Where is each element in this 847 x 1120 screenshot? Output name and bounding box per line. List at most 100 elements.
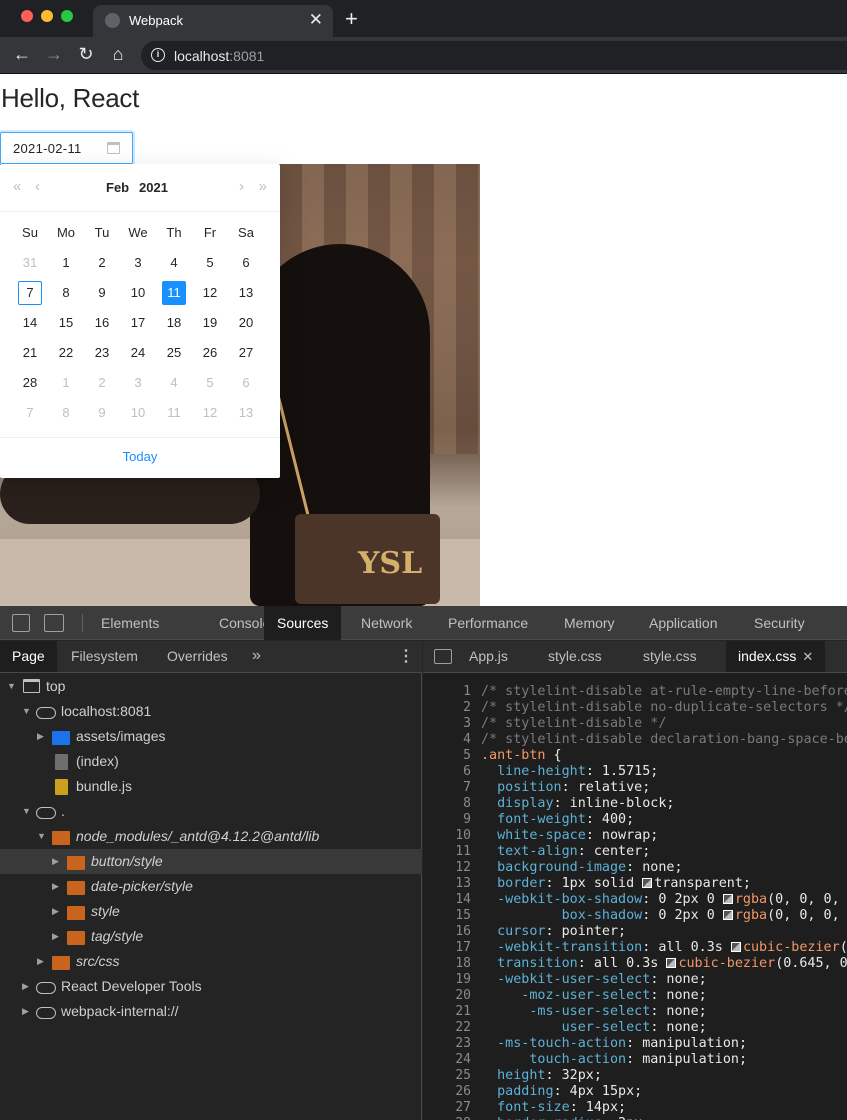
calendar-day[interactable]: 17 [120,308,156,338]
calendar-day-selected[interactable]: 11 [156,278,192,308]
code-text[interactable]: /* stylelint-disable at-rule-empty-line-… [481,684,847,700]
next-year-icon[interactable]: » [259,178,267,195]
code-text[interactable]: line-height: 1.5715; [481,764,658,780]
calendar-day[interactable]: 6 [228,248,264,278]
code-line[interactable]: 16 cursor: pointer; [423,924,847,940]
calendar-day[interactable]: 22 [48,338,84,368]
line-number[interactable]: 23 [423,1036,471,1052]
toggle-navigator-icon[interactable] [434,649,452,664]
more-tabs-icon[interactable]: » [252,647,261,665]
prev-year-icon[interactable]: « [13,178,21,195]
code-line[interactable]: 22 user-select: none; [423,1020,847,1036]
calendar-day[interactable]: 5 [192,368,228,398]
line-number[interactable]: 21 [423,1004,471,1020]
tree-item-assets-images[interactable]: ▶ assets/images [0,724,422,749]
code-text[interactable]: cursor: pointer; [481,924,626,940]
prev-month-icon[interactable]: ‹ [35,178,40,195]
code-text[interactable]: -webkit-box-shadow: 0 2px 0 rgba(0, 0, 0… [481,892,847,908]
calendar-day[interactable]: 14 [12,308,48,338]
code-line[interactable]: 3 /* stylelint-disable */ [423,716,847,732]
calendar-day[interactable]: 2 [84,248,120,278]
code-text[interactable]: -moz-user-select: none; [481,988,706,1004]
calendar-day[interactable]: 18 [156,308,192,338]
editor-tab-style-css[interactable]: style.css [536,641,614,672]
inspect-element-icon[interactable] [12,614,30,632]
code-text[interactable]: font-size: 14px; [481,1100,626,1116]
calendar-day[interactable]: 3 [120,248,156,278]
line-number[interactable]: 8 [423,796,471,812]
color-swatch-icon[interactable] [730,942,741,952]
code-line[interactable]: 15 box-shadow: 0 2px 0 rgba(0, 0, 0, 0.0… [423,908,847,924]
calendar-day[interactable]: 21 [12,338,48,368]
calendar-day[interactable]: 5 [192,248,228,278]
line-number[interactable]: 4 [423,732,471,748]
next-month-icon[interactable]: › [239,178,244,195]
line-number[interactable]: 24 [423,1052,471,1068]
code-text[interactable]: border: 1px solid transparent; [481,876,751,892]
tab-security[interactable]: Security [741,606,818,640]
line-number[interactable]: 17 [423,940,471,956]
home-icon[interactable]: ⌂ [107,44,129,65]
calendar-day[interactable]: 31 [12,248,48,278]
code-text[interactable]: /* stylelint-disable declaration-bang-sp… [481,732,847,748]
tab-application[interactable]: Application [636,606,731,640]
calendar-day[interactable]: 13 [228,398,264,428]
calendar-day[interactable]: 23 [84,338,120,368]
code-line[interactable]: 1 /* stylelint-disable at-rule-empty-line… [423,684,847,700]
new-tab-button[interactable]: + [345,6,358,32]
line-number[interactable]: 7 [423,780,471,796]
calendar-day[interactable]: 4 [156,368,192,398]
info-icon[interactable]: i [151,48,165,62]
code-line[interactable]: 23 -ms-touch-action: manipulation; [423,1036,847,1052]
tab-sources[interactable]: Sources [264,606,342,640]
browser-tab[interactable]: Webpack ✕ [93,5,333,37]
line-number[interactable]: 6 [423,764,471,780]
calendar-day[interactable]: 19 [192,308,228,338]
maximize-window-button[interactable] [61,10,73,22]
collapsed-triangle-icon[interactable]: ▶ [52,874,59,899]
code-lines[interactable]: 1 /* stylelint-disable at-rule-empty-line… [423,684,847,1120]
calendar-day[interactable]: 20 [228,308,264,338]
calendar-day[interactable]: 8 [48,278,84,308]
tab-network[interactable]: Network [348,606,425,640]
calendar-day[interactable]: 2 [84,368,120,398]
code-text[interactable]: background-image: none; [481,860,682,876]
calendar-icon[interactable] [107,142,120,154]
tab-memory[interactable]: Memory [551,606,628,640]
code-line[interactable]: 8 display: inline-block; [423,796,847,812]
code-text[interactable]: border-radius: 2px; [481,1116,650,1120]
code-text[interactable]: font-weight: 400; [481,812,634,828]
line-number[interactable]: 13 [423,876,471,892]
tree-item-date-picker-style[interactable]: ▶ date-picker/style [0,874,422,899]
code-line[interactable]: 19 -webkit-user-select: none; [423,972,847,988]
calendar-day[interactable]: 11 [156,398,192,428]
expanded-triangle-icon[interactable]: ▼ [22,799,31,824]
code-text[interactable]: touch-action: manipulation; [481,1052,747,1068]
code-line[interactable]: 9 font-weight: 400; [423,812,847,828]
collapsed-triangle-icon[interactable]: ▶ [37,949,44,974]
code-line[interactable]: 5 .ant-btn { [423,748,847,764]
line-number[interactable]: 25 [423,1068,471,1084]
collapsed-triangle-icon[interactable]: ▶ [37,724,44,749]
tab-elements[interactable]: Elements [88,606,172,640]
tree-item-button-style[interactable]: ▶ button/style [0,849,422,874]
calendar-day[interactable]: 3 [120,368,156,398]
calendar-day[interactable]: 25 [156,338,192,368]
code-line[interactable]: 13 border: 1px solid transparent; [423,876,847,892]
color-swatch-icon[interactable] [666,958,677,968]
code-text[interactable]: -webkit-user-select: none; [481,972,707,988]
code-text[interactable]: position: relative; [481,780,650,796]
calendar-day[interactable]: 9 [84,398,120,428]
editor-tab-index-css[interactable]: index.css ✕ [726,641,826,672]
code-line[interactable]: 24 touch-action: manipulation; [423,1052,847,1068]
calendar-day[interactable]: 26 [192,338,228,368]
line-number[interactable]: 5 [423,748,471,764]
code-line[interactable]: 27 font-size: 14px; [423,1100,847,1116]
code-line[interactable]: 7 position: relative; [423,780,847,796]
close-tab-icon[interactable]: ✕ [802,649,813,664]
code-line[interactable]: 25 height: 32px; [423,1068,847,1084]
tab-performance[interactable]: Performance [435,606,541,640]
tree-item-tag-style[interactable]: ▶ tag/style [0,924,422,949]
tree-item-bundle-js[interactable]: bundle.js [0,774,422,799]
calendar-day[interactable]: 6 [228,368,264,398]
